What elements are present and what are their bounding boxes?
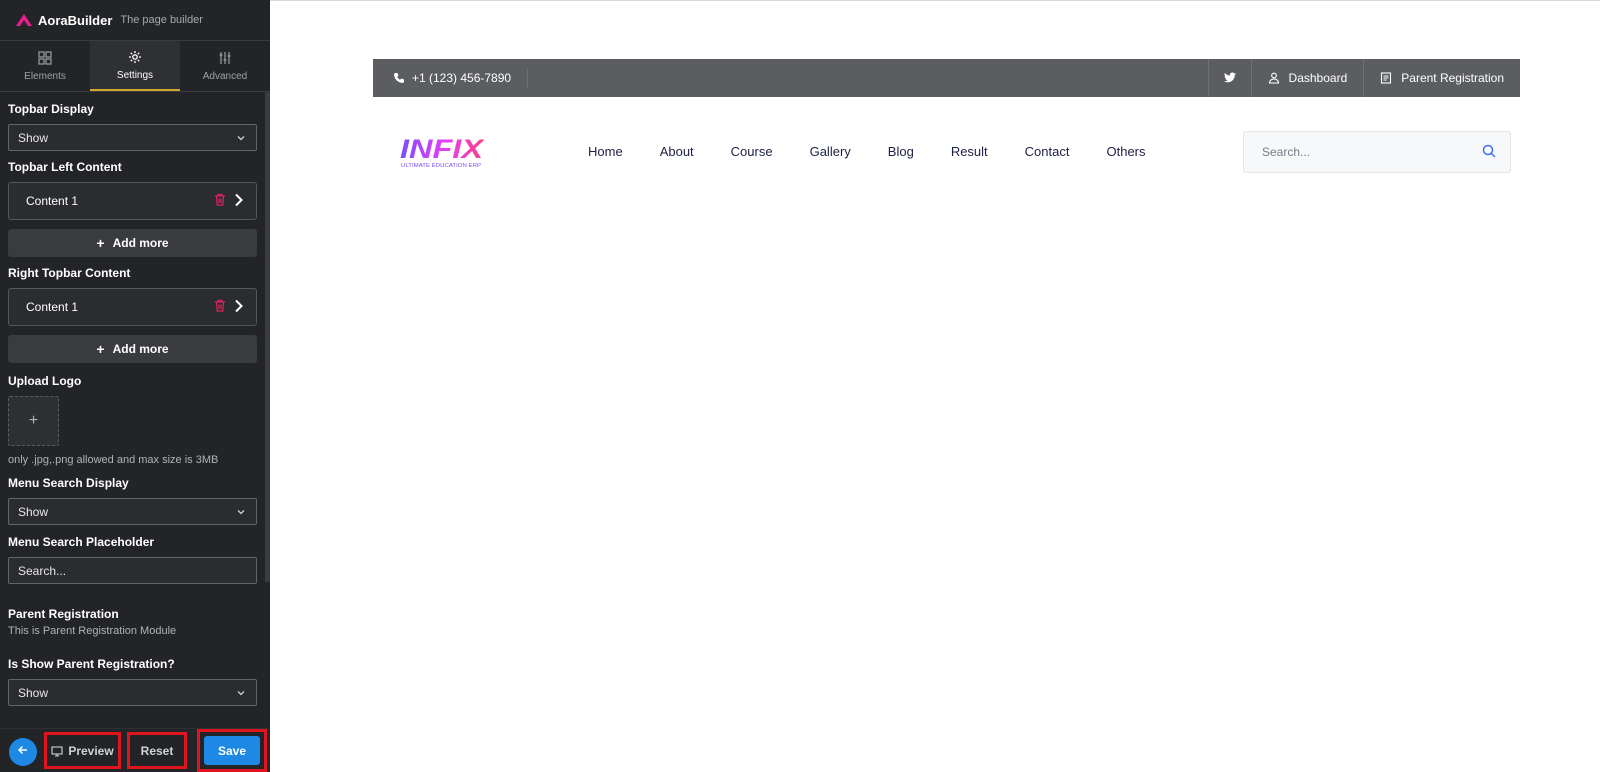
phone-number: +1 (123) 456-7890	[412, 71, 512, 85]
user-icon	[1268, 72, 1280, 84]
add-more-left-button[interactable]: + Add more	[8, 229, 257, 257]
back-button[interactable]	[9, 738, 37, 766]
search-icon[interactable]	[1482, 144, 1496, 161]
brand-tagline: The page builder	[120, 14, 203, 26]
menu-search-display-select[interactable]: Show	[8, 498, 257, 525]
sliders-icon	[218, 51, 232, 65]
content-item-label: Content 1	[26, 194, 79, 208]
sidebar-footer: Preview Reset Save	[0, 728, 270, 772]
parent-registration-title: Parent Registration	[8, 607, 119, 621]
save-button[interactable]: Save	[204, 736, 260, 765]
dashboard-link[interactable]: Dashboard	[1250, 59, 1364, 97]
sidebar-tabs: Elements Settings Advanced	[0, 41, 270, 92]
arrow-left-icon	[17, 743, 29, 761]
aora-logo-icon	[16, 14, 32, 26]
upload-logo-label: Upload Logo	[8, 374, 82, 388]
add-more-label: Add more	[112, 342, 169, 356]
is-show-parent-registration-select[interactable]: Show	[8, 679, 257, 706]
parent-registration-link[interactable]: Parent Registration	[1363, 59, 1520, 97]
menu-search-display-value: Show	[18, 504, 49, 519]
topbar-left: +1 (123) 456-7890	[373, 59, 529, 97]
tab-elements-label: Elements	[24, 70, 66, 82]
preview-canvas: +1 (123) 456-7890 Dashboard Parent Regis…	[270, 0, 1600, 772]
logo-wordmark: INFIX	[400, 134, 485, 164]
search-placeholder: Search...	[1262, 145, 1311, 159]
menu-item-contact[interactable]: Contact	[1025, 144, 1070, 159]
brand-name: AoraBuilder	[38, 12, 113, 28]
menu-item-others[interactable]: Others	[1106, 144, 1145, 159]
brand-bar: AoraBuilder The page builder	[0, 0, 270, 41]
site-search-input[interactable]: Search...	[1243, 131, 1511, 173]
tab-advanced-label: Advanced	[202, 70, 248, 82]
tab-settings[interactable]: Settings	[90, 41, 180, 91]
topbar-display-label: Topbar Display	[8, 102, 94, 116]
trash-icon[interactable]	[214, 299, 226, 315]
site-topbar: +1 (123) 456-7890 Dashboard Parent Regis…	[373, 59, 1520, 97]
site-navbar: INFIX ULTIMATE EDUCATION ERP Home About …	[373, 129, 1520, 173]
preview-label: Preview	[68, 743, 114, 758]
twitter-link[interactable]	[1207, 59, 1251, 97]
menu-item-blog[interactable]: Blog	[888, 144, 914, 159]
tab-advanced[interactable]: Advanced	[180, 41, 270, 91]
parent-registration-label: Parent Registration	[1401, 71, 1504, 85]
save-label: Save	[217, 743, 247, 758]
phone-icon	[393, 72, 405, 84]
trash-icon[interactable]	[214, 193, 226, 209]
card-actions	[214, 193, 244, 210]
menu-item-result[interactable]: Result	[951, 144, 988, 159]
main-menu: Home About Course Gallery Blog Result Co…	[588, 129, 1146, 173]
gear-icon	[128, 50, 142, 64]
plus-icon: +	[96, 341, 105, 357]
plus-icon: +	[28, 412, 39, 429]
form-icon	[1380, 72, 1392, 84]
twitter-icon	[1223, 72, 1236, 84]
chevron-right-icon[interactable]	[234, 193, 244, 210]
chevron-down-icon	[236, 133, 246, 143]
upload-hint: only .jpg,.png allowed and max size is 3…	[8, 454, 219, 466]
menu-search-placeholder-input[interactable]: Search...	[8, 557, 257, 584]
plus-icon: +	[96, 235, 105, 251]
is-show-parent-registration-label: Is Show Parent Registration?	[8, 657, 175, 671]
site-logo[interactable]: INFIX ULTIMATE EDUCATION ERP	[400, 134, 485, 170]
topbar-right-label: Right Topbar Content	[8, 266, 131, 280]
chevron-down-icon	[236, 688, 246, 698]
save-button-highlight: Save	[197, 729, 267, 772]
chevron-right-icon[interactable]	[234, 299, 244, 316]
topbar-phone[interactable]: +1 (123) 456-7890	[393, 69, 529, 87]
menu-search-display-label: Menu Search Display	[8, 476, 129, 490]
chevron-down-icon	[236, 507, 246, 517]
menu-search-placeholder-label: Menu Search Placeholder	[8, 535, 155, 549]
tab-elements[interactable]: Elements	[0, 41, 90, 91]
parent-registration-subtitle: This is Parent Registration Module	[8, 625, 177, 637]
tab-settings-label: Settings	[116, 69, 154, 81]
card-actions	[214, 299, 244, 316]
reset-button[interactable]: Reset	[127, 732, 187, 769]
add-more-label: Add more	[112, 236, 169, 250]
menu-item-about[interactable]: About	[660, 144, 694, 159]
menu-search-placeholder-value: Search...	[18, 563, 67, 578]
dashboard-label: Dashboard	[1288, 71, 1348, 85]
topbar-right: Dashboard Parent Registration	[1207, 59, 1520, 97]
topbar-display-value: Show	[18, 130, 49, 145]
topbar-left-label: Topbar Left Content	[8, 160, 122, 174]
topbar-right-content-item[interactable]: Content 1	[8, 288, 257, 326]
logo-subtitle: ULTIMATE EDUCATION ERP	[401, 163, 482, 169]
content-item-label: Content 1	[26, 300, 79, 314]
preview-button[interactable]: Preview	[44, 732, 121, 769]
menu-item-course[interactable]: Course	[731, 144, 773, 159]
grid-icon	[38, 50, 52, 65]
add-more-right-button[interactable]: + Add more	[8, 335, 257, 363]
settings-panel: Topbar Display Show Topbar Left Content …	[0, 92, 265, 728]
is-show-parent-registration-value: Show	[18, 685, 49, 700]
menu-item-home[interactable]: Home	[588, 144, 623, 159]
reset-label: Reset	[140, 743, 174, 758]
upload-logo-dropzone[interactable]: +	[8, 396, 59, 446]
monitor-icon	[51, 745, 63, 757]
menu-item-gallery[interactable]: Gallery	[810, 144, 851, 159]
app-window: AoraBuilder The page builder Elements Se…	[0, 0, 1600, 772]
topbar-display-select[interactable]: Show	[8, 124, 257, 151]
builder-sidebar: AoraBuilder The page builder Elements Se…	[0, 0, 270, 772]
topbar-left-content-item[interactable]: Content 1	[8, 182, 257, 220]
